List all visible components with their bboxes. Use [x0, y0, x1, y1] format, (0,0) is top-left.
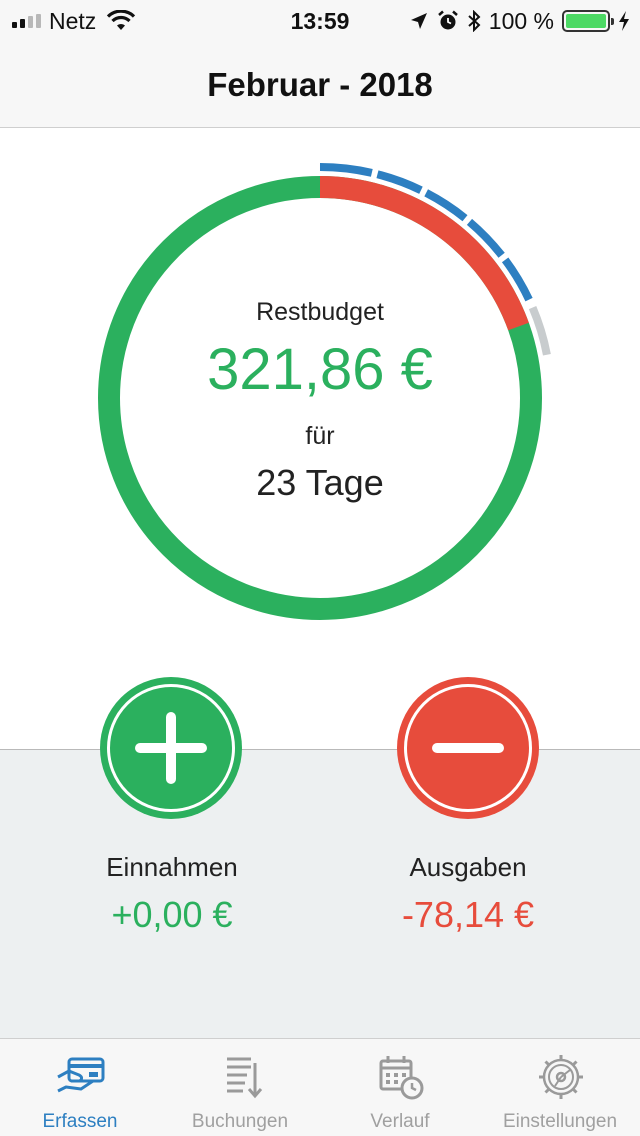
- card-hand-icon: [57, 1057, 105, 1093]
- tab-verlauf[interactable]: Verlauf: [320, 1039, 480, 1136]
- tab-label: Verlauf: [370, 1111, 430, 1132]
- budget-gauge: Restbudget 321,86 € für 23 Tage: [0, 128, 640, 668]
- plus-icon: [107, 684, 235, 812]
- tab-label: Erfassen: [42, 1111, 118, 1132]
- for-label: für: [305, 422, 335, 450]
- tab-bar: Erfassen Buchungen Verlauf Einstellungen: [0, 1038, 640, 1136]
- battery-icon: [562, 10, 614, 32]
- tab-label: Einstellungen: [502, 1111, 618, 1132]
- battery-percent: 100 %: [488, 7, 554, 34]
- alarm-icon: [437, 10, 458, 30]
- tab-erfassen[interactable]: Erfassen: [0, 1039, 160, 1136]
- gauge-elapsed-segment: [319, 163, 373, 177]
- add-income-button[interactable]: [100, 677, 242, 819]
- status-bar: Netz 13:59 100 %: [0, 0, 640, 40]
- expense-label: Ausgaben: [409, 852, 527, 882]
- charging-icon: [619, 11, 629, 31]
- bluetooth-icon: [468, 10, 481, 32]
- income-value: +0,00 €: [111, 894, 233, 935]
- tab-label: Buchungen: [191, 1111, 289, 1132]
- add-expense-button[interactable]: [397, 677, 539, 819]
- status-right: 100 %: [409, 8, 630, 34]
- calendar-clock-icon: [379, 1056, 424, 1100]
- tab-buchungen[interactable]: Buchungen: [160, 1039, 320, 1136]
- tab-einstellungen[interactable]: Einstellungen: [480, 1039, 640, 1136]
- page-title: Februar - 2018: [207, 66, 433, 103]
- list-sort-icon: [227, 1057, 263, 1099]
- gear-icon: [539, 1055, 583, 1099]
- minus-icon: [404, 684, 532, 812]
- expense-value: -78,14 €: [401, 894, 535, 935]
- nav-bar: Februar - 2018: [0, 40, 640, 128]
- income-label: Einnahmen: [106, 852, 238, 882]
- restbudget-amount: 321,86 €: [207, 337, 433, 402]
- restbudget-label: Restbudget: [256, 298, 384, 326]
- location-arrow-icon: [410, 13, 427, 29]
- days-remaining: 23 Tage: [256, 462, 384, 503]
